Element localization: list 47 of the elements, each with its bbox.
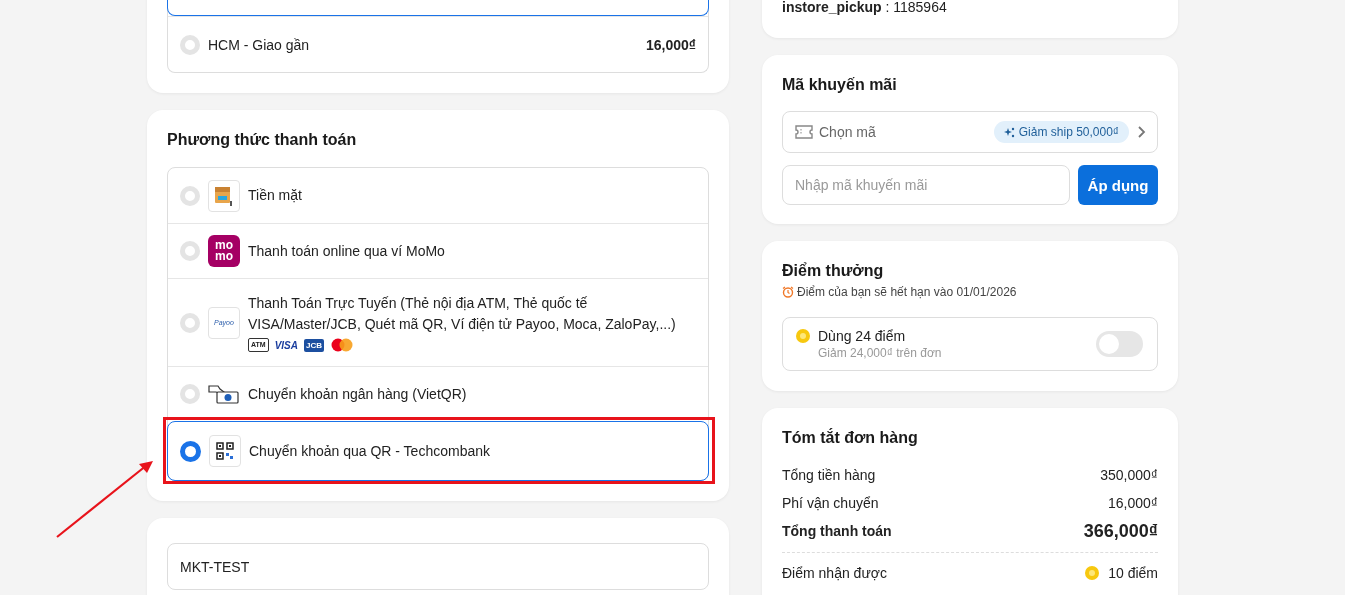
hand-card-icon [208, 383, 240, 405]
summary-label: Tổng tiền hàng [782, 466, 876, 485]
chevron-right-icon [1135, 125, 1147, 139]
payment-method-label: Thanh Toán Trực Tuyến (Thẻ nội địa ATM, Thẻ quốc tế VISA/Master/JCB, Quét mã QR, Ví điện tử Payoo, Moca, ZaloPay,...) [248, 294, 677, 334]
section-title: Điểm thưởng [782, 261, 885, 281]
voucher-picker[interactable]: Chọn mã Giảm ship 50,000₫ [782, 111, 1158, 153]
section-title: Tóm tắt đơn hàng [782, 428, 919, 448]
shipping-option-label: HCM - Giao gần [208, 36, 310, 53]
coin-icon [796, 329, 810, 343]
payment-option[interactable]: Chuyển khoản ngân hàng (VietQR) [168, 366, 708, 421]
qr-code-icon [209, 435, 241, 467]
radio-button[interactable] [180, 440, 201, 462]
picker-label: Chọn mã [819, 124, 876, 140]
discount-badge: Giảm ship 50,000₫ [993, 121, 1129, 143]
payment-method-label: Chuyển khoản ngân hàng (VietQR) [248, 384, 467, 404]
payment-option[interactable]: mo mo Thanh toán online qua ví MoMo [168, 223, 708, 278]
box-icon [208, 179, 240, 212]
input-field[interactable]: MKT-TEST [167, 543, 709, 590]
section-title: Mã khuyến mãi [782, 75, 898, 95]
toggle-switch[interactable] [1096, 331, 1143, 357]
coin-icon [1085, 566, 1100, 580]
alarm-clock-icon [782, 286, 794, 298]
circles-logo [330, 338, 354, 352]
card-logo: VISA [274, 339, 298, 351]
wallet-logo: mo mo [208, 235, 240, 267]
shipping-price: 16,000₫ [646, 36, 696, 53]
summary-label: Điểm nhận được [782, 564, 887, 583]
summary-label: Phí vận chuyển [782, 494, 879, 513]
summary-value: 350,000₫ [1100, 466, 1158, 485]
card-logo: JCB [304, 338, 324, 352]
apply-button[interactable]: Áp dụng [1078, 165, 1158, 205]
payment-method-label: Chuyển khoản qua QR - Techcombank [249, 441, 490, 461]
summary-label: Tổng thanh toán [782, 522, 892, 541]
sparkle-icon [1003, 126, 1015, 138]
summary-value: 10 điểm [1108, 564, 1158, 583]
payment-method-label: Tiền mặt [248, 186, 302, 205]
payment-method-label: Thanh toán online qua ví MoMo [248, 241, 445, 261]
points-note: Giảm 24,000₫ trên đơn [818, 345, 942, 361]
summary-value: 16,000₫ [1108, 494, 1158, 513]
points-label: Dùng 24 điểm [818, 327, 907, 345]
payment-option[interactable]: Chuyển khoản qua QR - Techcombank [167, 421, 709, 481]
pickup-info: instore_pickup : 1185964 [782, 0, 948, 17]
expiry-note: Điểm của bạn sẽ hết hạn vào 01/01/2026 [797, 284, 1017, 300]
ticket-icon [795, 125, 813, 139]
section-title: Phương thức thanh toán [167, 130, 358, 150]
payment-option[interactable]: Tiền mặt [168, 168, 708, 223]
summary-value: 366,000₫ [1083, 521, 1158, 541]
